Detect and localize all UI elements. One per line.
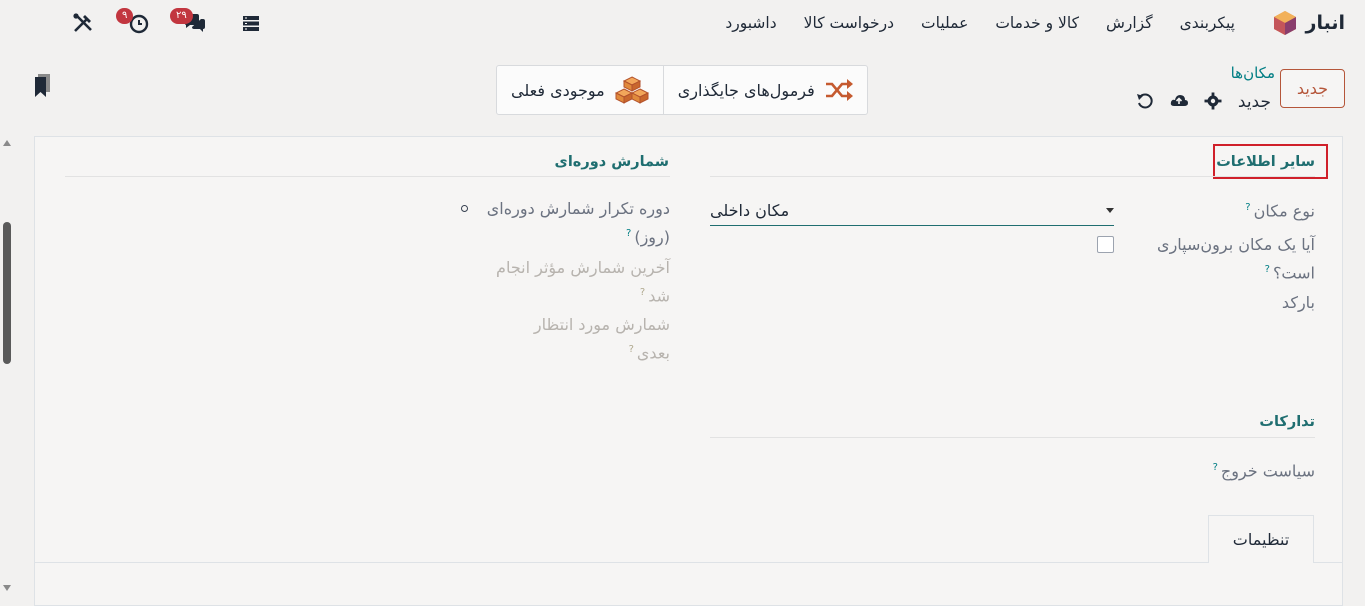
vertical-scrollbar[interactable]	[0, 136, 14, 596]
putaway-rules-button[interactable]: فرمول‌های جایگذاری	[664, 66, 867, 114]
menu-item-operations[interactable]: عملیات	[921, 14, 968, 32]
smart-buttons: فرمول‌های جایگذاری موجودی فعلی	[496, 65, 868, 115]
next-count-label: شمارش مورد انتظار بعدی?	[533, 315, 670, 363]
systray: ۹ ۲۹	[70, 8, 264, 36]
last-count-label: آخرین شمارش مؤثر انجام شد?	[496, 258, 670, 306]
location-type-label: نوع مکان?	[1245, 201, 1315, 221]
tab-bar-divider	[35, 562, 1342, 563]
record-actions	[1136, 92, 1222, 110]
messages-icon[interactable]: ۲۹	[170, 8, 208, 36]
subcontract-checkbox[interactable]	[1097, 236, 1114, 253]
current-stock-label: موجودی فعلی	[511, 80, 605, 100]
database-switch-icon[interactable]	[238, 10, 264, 36]
current-stock-button[interactable]: موجودی فعلی	[497, 66, 664, 114]
help-icon[interactable]: ?	[1213, 462, 1218, 473]
help-icon[interactable]: ?	[629, 344, 634, 355]
breadcrumb-locations[interactable]: مکان‌ها	[1231, 64, 1275, 82]
section-cyclic-counting: شمارش دوره‌ای	[554, 154, 669, 170]
section-logistics-divider	[710, 437, 1315, 438]
new-record-button[interactable]: جدید	[1280, 69, 1345, 108]
menu-item-products[interactable]: کالا و خدمات	[995, 14, 1079, 32]
menu-item-configuration[interactable]: پیکربندی	[1180, 14, 1235, 32]
section-other-info: سایر اطلاعات	[1216, 154, 1315, 170]
chevron-down-icon	[1106, 208, 1114, 213]
help-icon[interactable]: ?	[1245, 202, 1250, 213]
debug-tools-icon[interactable]	[70, 10, 96, 36]
cycle-frequency-label: دوره تکرار شمارش دوره‌ای (روز)?	[486, 199, 670, 247]
scrollbar-thumb[interactable]	[3, 222, 11, 364]
gear-icon[interactable]	[1204, 92, 1222, 110]
help-icon[interactable]: ?	[1265, 264, 1270, 275]
menu-item-dashboard[interactable]: داشبورد	[725, 14, 776, 32]
form-sheet	[34, 136, 1343, 606]
main-menu: داشبورد درخواست کالا عملیات کالا و خدمات…	[725, 14, 1235, 32]
subcontract-location-label: آیا یک مکان برون‌سپاری است؟?	[1157, 235, 1315, 283]
record-title: جدید	[1237, 92, 1271, 112]
scroll-down-arrow[interactable]	[3, 585, 11, 591]
cycle-frequency-indicator	[461, 205, 468, 212]
shuffle-icon	[825, 79, 853, 101]
menu-item-reporting[interactable]: گزارش	[1106, 14, 1153, 32]
location-type-value: مکان داخلی	[710, 201, 790, 220]
help-icon[interactable]: ?	[640, 287, 645, 298]
section-logistics: تدارکات	[1259, 414, 1315, 430]
section-other-divider	[710, 176, 1315, 177]
bookmark-icon[interactable]	[34, 74, 52, 98]
cloud-upload-icon[interactable]	[1170, 92, 1188, 110]
inventory-app-icon	[1273, 11, 1296, 35]
tab-settings[interactable]: تنظیمات	[1208, 515, 1314, 563]
activity-clock-icon[interactable]: ۹	[116, 8, 152, 36]
section-cycle-divider	[65, 176, 670, 177]
cubes-icon	[614, 76, 649, 104]
putaway-rules-label: فرمول‌های جایگذاری	[677, 80, 815, 100]
discard-undo-icon[interactable]	[1136, 92, 1154, 110]
messages-badge: ۲۹	[170, 8, 193, 24]
top-navbar: انبار داشبورد درخواست کالا عملیات کالا و…	[0, 0, 1365, 48]
brand-name: انبار	[1305, 12, 1345, 34]
location-type-select[interactable]: مکان داخلی	[710, 196, 1114, 226]
brand[interactable]: انبار	[1272, 10, 1345, 36]
scroll-up-arrow[interactable]	[3, 140, 11, 146]
help-icon[interactable]: ?	[626, 228, 631, 239]
menu-item-request[interactable]: درخواست کالا	[804, 14, 894, 32]
removal-strategy-label: سیاست خروج?	[1212, 461, 1315, 481]
barcode-label: بارکد	[1281, 293, 1315, 312]
